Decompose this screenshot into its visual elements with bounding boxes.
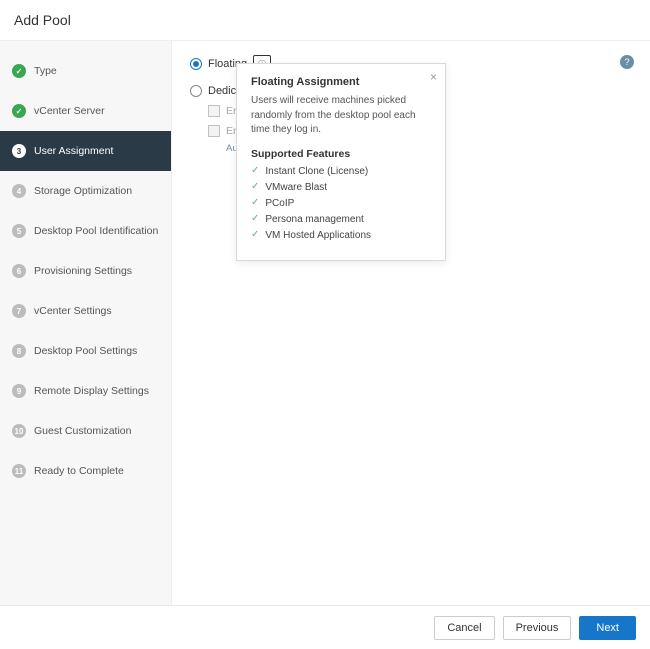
step-label: Type xyxy=(34,65,57,77)
step-1[interactable]: ✓ Type xyxy=(0,51,171,91)
check-icon: ✓ xyxy=(251,214,259,224)
feature-item: ✓ VM Hosted Applications xyxy=(251,230,431,241)
wizard-footer: Cancel Previous Next xyxy=(0,605,650,649)
check-icon: ✓ xyxy=(12,104,26,118)
close-icon[interactable]: × xyxy=(430,70,437,84)
step-number-icon: 8 xyxy=(12,344,26,358)
check-icon: ✓ xyxy=(251,182,259,192)
step-number-icon: 10 xyxy=(12,424,26,438)
step-label: Provisioning Settings xyxy=(34,265,132,277)
cancel-button[interactable]: Cancel xyxy=(434,616,494,640)
step-10[interactable]: 10 Guest Customization xyxy=(0,411,171,451)
step-label: Guest Customization xyxy=(34,425,131,437)
feature-label: PCoIP xyxy=(265,198,294,209)
step-7[interactable]: 7 vCenter Settings xyxy=(0,291,171,331)
popover-subtitle: Supported Features xyxy=(251,148,431,160)
next-button[interactable]: Next xyxy=(579,616,636,640)
wizard-header: Add Pool xyxy=(0,0,650,41)
step-number-icon: 4 xyxy=(12,184,26,198)
check-icon: ✓ xyxy=(12,64,26,78)
step-number-icon: 6 xyxy=(12,264,26,278)
step-number-icon: 7 xyxy=(12,304,26,318)
step-3[interactable]: 3 User Assignment xyxy=(0,131,171,171)
wizard-body: ✓ Type ✓ vCenter Server 3 User Assignment 4 Sto… xyxy=(0,41,650,609)
step-label: Desktop Pool Settings xyxy=(34,345,137,357)
floating-radio[interactable] xyxy=(190,58,202,70)
step-11[interactable]: 11 Ready to Complete xyxy=(0,451,171,491)
wizard-content: ? Floating ⓘ Dedicated ⓘ Enable Auto Ena… xyxy=(172,41,650,609)
feature-item: ✓ Persona management xyxy=(251,214,431,225)
check-icon: ✓ xyxy=(251,230,259,240)
check-icon: ✓ xyxy=(251,198,259,208)
step-number-icon: 9 xyxy=(12,384,26,398)
feature-label: VMware Blast xyxy=(265,182,327,193)
step-6[interactable]: 6 Provisioning Settings xyxy=(0,251,171,291)
step-number-icon: 3 xyxy=(12,144,26,158)
previous-button[interactable]: Previous xyxy=(503,616,572,640)
feature-label: VM Hosted Applications xyxy=(265,230,371,241)
step-number-icon: 5 xyxy=(12,224,26,238)
check-icon: ✓ xyxy=(251,166,259,176)
step-5[interactable]: 5 Desktop Pool Identification xyxy=(0,211,171,251)
feature-label: Instant Clone (License) xyxy=(265,166,368,177)
popover-desc: Users will receive machines picked rando… xyxy=(251,94,431,138)
popover-feature-list: ✓ Instant Clone (License) ✓ VMware Blast ✓ PC… xyxy=(251,166,431,241)
dedicated-radio[interactable] xyxy=(190,85,202,97)
wizard-title: Add Pool xyxy=(14,12,71,28)
step-label: Remote Display Settings xyxy=(34,385,149,397)
step-4[interactable]: 4 Storage Optimization xyxy=(0,171,171,211)
enable-multi-checkbox xyxy=(208,125,220,137)
help-icon[interactable]: ? xyxy=(620,55,634,69)
feature-item: ✓ Instant Clone (License) xyxy=(251,166,431,177)
step-label: User Assignment xyxy=(34,145,113,157)
step-2[interactable]: ✓ vCenter Server xyxy=(0,91,171,131)
step-9[interactable]: 9 Remote Display Settings xyxy=(0,371,171,411)
step-label: Storage Optimization xyxy=(34,185,132,197)
floating-info-popover: × Floating Assignment Users will receive… xyxy=(236,63,446,261)
step-label: Desktop Pool Identification xyxy=(34,225,158,237)
feature-label: Persona management xyxy=(265,214,363,225)
feature-item: ✓ PCoIP xyxy=(251,198,431,209)
enable-auto-checkbox xyxy=(208,105,220,117)
step-8[interactable]: 8 Desktop Pool Settings xyxy=(0,331,171,371)
feature-item: ✓ VMware Blast xyxy=(251,182,431,193)
step-label: vCenter Server xyxy=(34,105,105,117)
wizard-sidebar: ✓ Type ✓ vCenter Server 3 User Assignment 4 Sto… xyxy=(0,41,172,609)
step-label: Ready to Complete xyxy=(34,465,124,477)
step-label: vCenter Settings xyxy=(34,305,112,317)
popover-title: Floating Assignment xyxy=(251,76,431,88)
step-number-icon: 11 xyxy=(12,464,26,478)
